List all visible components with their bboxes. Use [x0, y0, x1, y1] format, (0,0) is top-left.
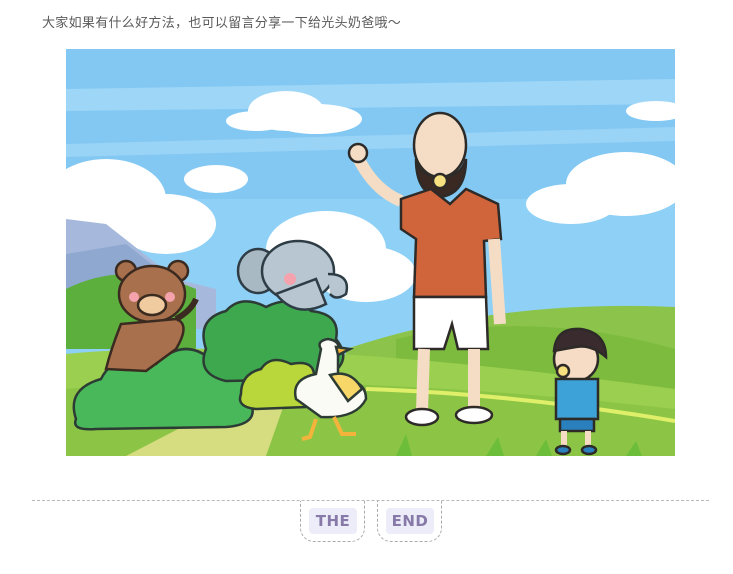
intro-paragraph: 大家如果有什么好方法，也可以留言分享一下给光头奶爸哦～: [42, 16, 402, 31]
cartoon-illustration: [66, 49, 675, 456]
the-end-badge: THE END: [300, 501, 446, 543]
end-tag-end: END: [377, 501, 442, 542]
end-word-the: THE: [309, 508, 357, 534]
end-tag-the: THE: [300, 501, 365, 542]
end-word-end: END: [386, 508, 434, 534]
